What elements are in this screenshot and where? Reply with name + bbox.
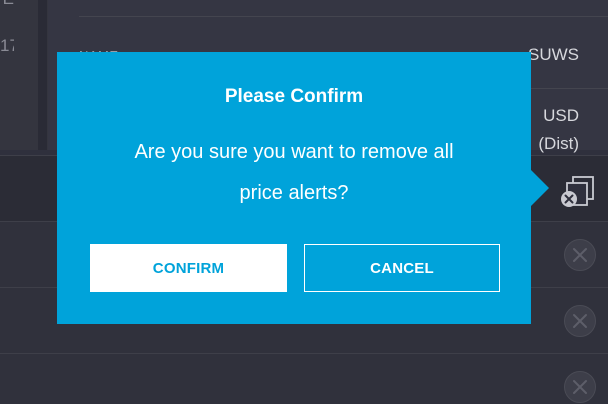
- alert-row: [0, 353, 608, 404]
- remove-all-alerts-icon[interactable]: [560, 175, 598, 211]
- dialog-title: Please Confirm: [224, 86, 364, 107]
- column-divider: [38, 0, 47, 150]
- dialog-message: Are you sure you want to remove all pric…: [97, 132, 491, 214]
- divider: [79, 16, 608, 17]
- confirm-button[interactable]: CONFIRM: [90, 244, 287, 292]
- distribution-value: (Dist): [538, 134, 579, 153]
- remove-alert-button[interactable]: [564, 305, 596, 337]
- remove-alert-button[interactable]: [564, 371, 596, 403]
- dialog-message-line: Are you sure you want to remove all: [134, 141, 454, 163]
- app-screen: E 17 NAME SUWS USD (Dist): [0, 0, 608, 404]
- cancel-button[interactable]: CANCEL: [304, 244, 500, 292]
- left-column-cell: 17: [0, 36, 14, 55]
- confirm-dialog: Please Confirm Are you sure you want to …: [57, 52, 531, 324]
- dialog-message-line: price alerts?: [239, 182, 349, 204]
- remove-alert-button[interactable]: [564, 239, 596, 271]
- dialog-pointer: [531, 170, 549, 206]
- close-icon: [573, 380, 587, 394]
- left-column: E 17: [0, 0, 38, 150]
- currency-value: USD: [543, 106, 579, 125]
- close-icon: [573, 248, 587, 262]
- copy-icon: [561, 176, 594, 207]
- close-icon: [573, 314, 587, 328]
- left-column-cell: E: [0, 0, 14, 9]
- symbol-value: SUWS: [528, 45, 579, 64]
